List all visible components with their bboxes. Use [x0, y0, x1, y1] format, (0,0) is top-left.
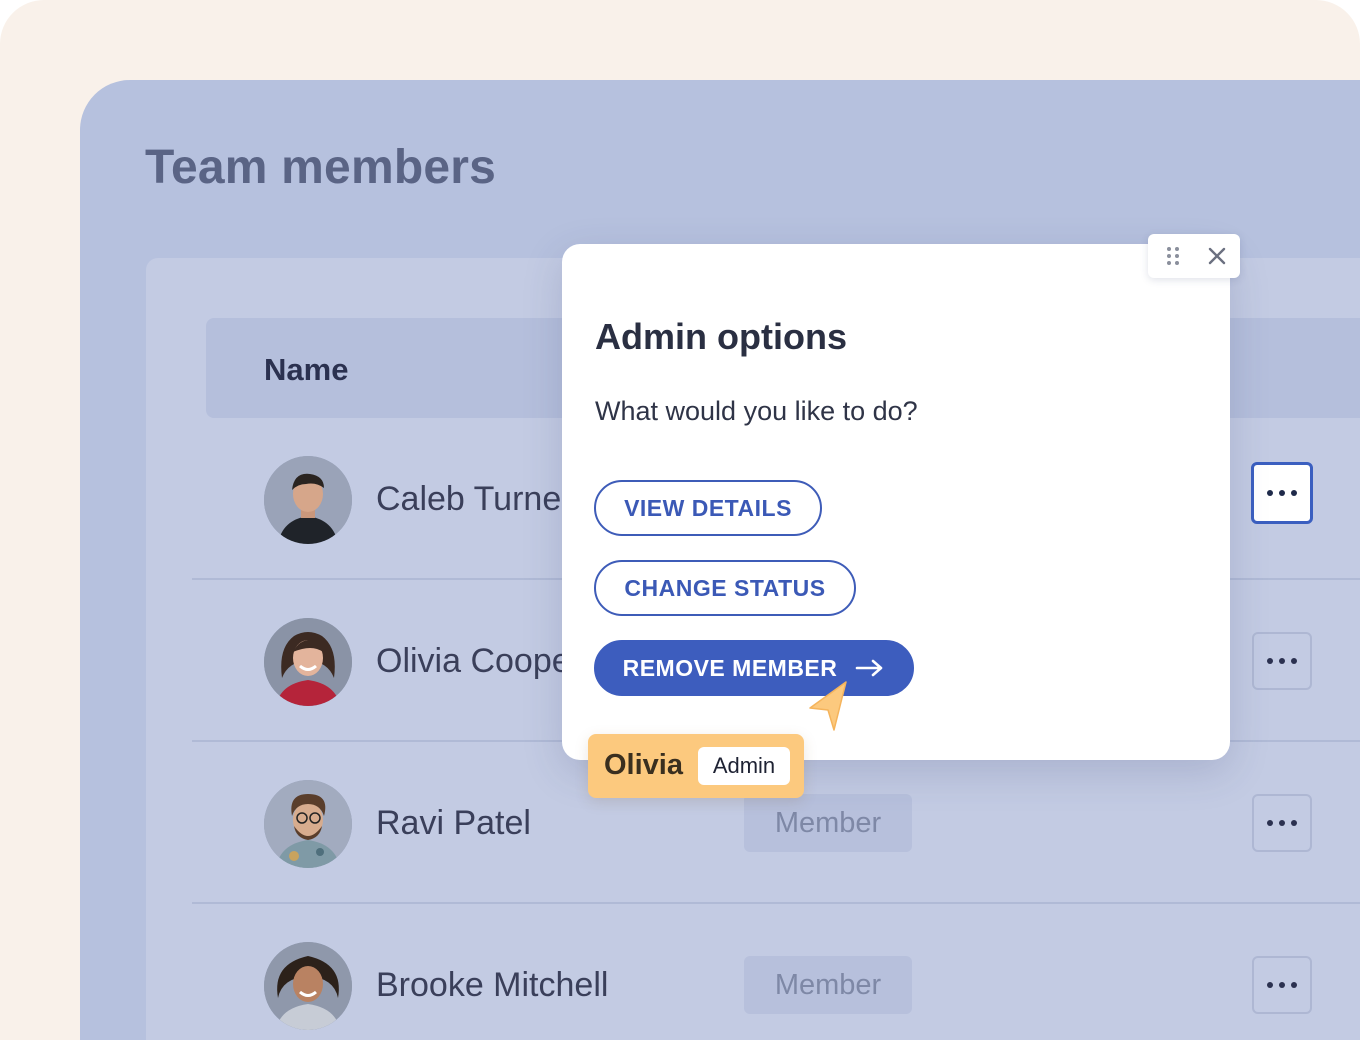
dialog-controls	[1148, 234, 1240, 278]
more-options-button[interactable]	[1252, 632, 1312, 690]
role-badge: Member	[744, 956, 912, 1014]
member-name: Olivia Cooper	[376, 642, 582, 680]
more-options-button[interactable]	[1252, 956, 1312, 1014]
member-name: Caleb Turner	[376, 480, 573, 518]
view-details-label: VIEW DETAILS	[624, 494, 792, 521]
change-status-button[interactable]: CHANGE STATUS	[594, 560, 856, 616]
remove-member-button[interactable]: REMOVE MEMBER	[594, 640, 914, 696]
member-name: Brooke Mitchell	[376, 966, 609, 1004]
cursor-pointer-icon	[806, 680, 852, 739]
change-status-label: CHANGE STATUS	[624, 574, 826, 601]
column-header-name[interactable]: Name	[264, 352, 348, 388]
arrow-right-icon	[855, 658, 885, 678]
role-badge: Member	[744, 794, 912, 852]
collaborator-tag: Olivia Admin	[588, 734, 804, 798]
dialog-subtitle: What would you like to do?	[595, 396, 918, 426]
avatar	[264, 942, 352, 1030]
more-options-button[interactable]	[1252, 794, 1312, 852]
more-options-button[interactable]	[1251, 462, 1313, 524]
avatar	[264, 456, 352, 544]
avatar	[264, 780, 352, 868]
remove-member-label: REMOVE MEMBER	[622, 654, 838, 681]
avatar	[264, 618, 352, 706]
table-row[interactable]: Brooke Mitchell Member	[192, 904, 1360, 1040]
admin-options-dialog: Admin options What would you like to do?…	[562, 244, 1230, 760]
dialog-title: Admin options	[595, 316, 847, 357]
page-title: Team members	[145, 141, 497, 194]
close-icon[interactable]	[1208, 247, 1226, 270]
view-details-button[interactable]: VIEW DETAILS	[594, 480, 822, 536]
drag-handle-icon[interactable]	[1166, 246, 1180, 271]
collaborator-name: Olivia	[604, 749, 683, 781]
member-name: Ravi Patel	[376, 804, 531, 842]
collaborator-role-badge: Admin	[698, 747, 790, 785]
